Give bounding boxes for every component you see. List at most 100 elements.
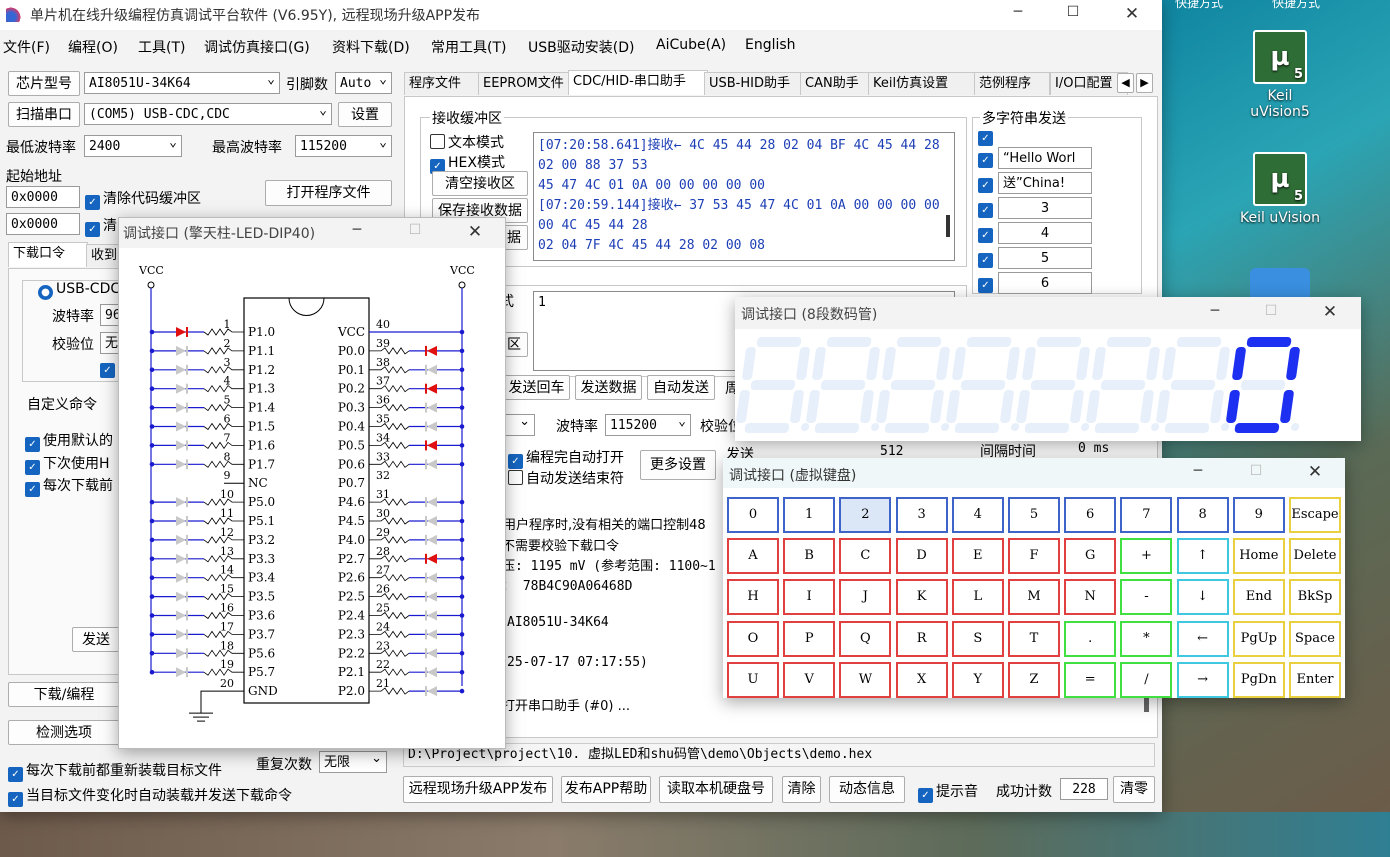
tab-cdc-hid-serial[interactable]: CDC/HID-串口助手 xyxy=(568,70,708,95)
key-g[interactable]: G xyxy=(1064,538,1117,575)
clear-code-buffer-checkbox[interactable]: ✓ 清除代码缓冲区 xyxy=(85,188,201,210)
menu-file[interactable]: 文件(F) xyxy=(3,37,50,57)
key-[interactable]: = xyxy=(1064,661,1117,698)
key-k[interactable]: K xyxy=(895,579,948,616)
publish-help-button[interactable]: 发布APP帮助 xyxy=(561,776,651,803)
rx-buffer[interactable]: [07:20:58.641]接收← 4C 45 44 28 02 04 BF 4… xyxy=(533,132,955,261)
port-mini-select[interactable] xyxy=(505,414,535,436)
key-[interactable]: / xyxy=(1120,661,1173,698)
minimize-button[interactable]: ─ xyxy=(1178,463,1218,485)
multi-send-input[interactable]: 5 xyxy=(998,247,1092,269)
key-[interactable]: ← xyxy=(1176,620,1229,657)
key-i[interactable]: I xyxy=(783,579,836,616)
key-end[interactable]: End xyxy=(1232,579,1285,616)
detect-options-button[interactable]: 检测选项 xyxy=(8,720,120,745)
key-t[interactable]: T xyxy=(1008,620,1060,657)
key-home[interactable]: Home xyxy=(1232,538,1285,575)
menu-program[interactable]: 编程(O) xyxy=(68,37,118,57)
menu-debug[interactable]: 调试仿真接口(G) xyxy=(204,37,310,57)
multi-send-checkbox[interactable]: ✓ xyxy=(978,274,996,293)
multi-send-checkbox[interactable]: ✓ xyxy=(978,174,996,193)
key-pgdn[interactable]: PgDn xyxy=(1232,661,1285,698)
multi-send-all-checkbox[interactable]: ✓ xyxy=(978,127,996,146)
key-r[interactable]: R xyxy=(895,620,948,657)
beep-checkbox[interactable]: ✓ 提示音 xyxy=(918,781,978,803)
tab-can[interactable]: CAN助手 xyxy=(800,72,872,95)
baud2-select[interactable]: 115200 xyxy=(605,414,691,436)
key-8[interactable]: 8 xyxy=(1176,497,1229,533)
next-use-checkbox[interactable]: ✓ 下次使用H xyxy=(25,453,110,475)
rx-scrollbar-thumb[interactable] xyxy=(946,215,950,237)
key-l[interactable]: L xyxy=(951,579,1004,616)
menu-english[interactable]: English xyxy=(745,37,796,53)
max-baud-select[interactable]: 115200 xyxy=(295,135,392,157)
option-checkbox[interactable]: ✓ xyxy=(100,359,118,378)
key-y[interactable]: Y xyxy=(951,661,1004,698)
key-a[interactable]: A xyxy=(727,538,779,575)
chip-model-select[interactable]: AI8051U-34K64 xyxy=(84,72,280,94)
key-p[interactable]: P xyxy=(783,620,836,657)
key-e[interactable]: E xyxy=(951,538,1004,575)
key-c[interactable]: C xyxy=(839,538,892,575)
settings-button[interactable]: 设置 xyxy=(338,102,392,127)
menu-aicube[interactable]: AiCube(A) xyxy=(656,37,726,53)
key-h[interactable]: H xyxy=(727,579,779,616)
close-button[interactable]: ✕ xyxy=(1112,4,1152,26)
menu-tools[interactable]: 工具(T) xyxy=(138,37,185,57)
key-5[interactable]: 5 xyxy=(1008,497,1060,533)
multi-send-checkbox[interactable]: ✓ xyxy=(978,199,996,218)
pin-count-select[interactable]: Auto xyxy=(335,72,392,94)
chip-model-button[interactable]: 芯片型号 xyxy=(8,71,80,96)
key-6[interactable]: 6 xyxy=(1064,497,1117,533)
tab-keil-sim[interactable]: Keil仿真设置 xyxy=(868,72,976,95)
clear-eeprom-checkbox[interactable]: ✓ 清 xyxy=(85,215,117,237)
key-enter[interactable]: Enter xyxy=(1289,661,1341,698)
multi-send-checkbox[interactable]: ✓ xyxy=(978,249,996,268)
use-default-checkbox[interactable]: ✓ 使用默认的 xyxy=(25,430,113,452)
reset-count-button[interactable]: 清零 xyxy=(1113,776,1155,803)
close-button[interactable]: ✕ xyxy=(455,222,495,244)
tab-eeprom-file[interactable]: EEPROM文件 xyxy=(478,72,574,95)
send-data-button[interactable]: 发送数据 xyxy=(575,375,642,400)
key-delete[interactable]: Delete xyxy=(1289,538,1341,575)
key-0[interactable]: 0 xyxy=(727,497,779,533)
menu-download[interactable]: 资料下载(D) xyxy=(332,37,410,57)
key-x[interactable]: X xyxy=(895,661,948,698)
key-7[interactable]: 7 xyxy=(1120,497,1173,533)
dynamic-info-button[interactable]: 动态信息 xyxy=(829,776,905,803)
key-[interactable]: * xyxy=(1120,620,1173,657)
send-button[interactable]: 发送 xyxy=(72,627,120,652)
open-program-file-button[interactable]: 打开程序文件 xyxy=(265,180,392,206)
multi-send-input[interactable]: “Hello Worl xyxy=(998,147,1092,169)
key-2[interactable]: 2 xyxy=(839,497,892,533)
reload-before-download-checkbox[interactable]: ✓ 每次下载前都重新装载目标文件 xyxy=(8,760,222,782)
key-9[interactable]: 9 xyxy=(1232,497,1285,533)
port-select[interactable]: (COM5) USB-CDC,CDC xyxy=(84,103,332,125)
maximize-button[interactable]: ☐ xyxy=(1053,4,1093,26)
key-space[interactable]: Space xyxy=(1289,620,1341,657)
key-n[interactable]: N xyxy=(1064,579,1117,616)
key-[interactable]: ↑ xyxy=(1176,538,1229,575)
clear-rx-button[interactable]: 清空接收区 xyxy=(432,171,528,196)
auto-open-after-program-checkbox[interactable]: ✓ 编程完自动打开 xyxy=(508,447,624,469)
keil-uvision5-shortcut[interactable]: µ5 Keil uVision5 xyxy=(1237,30,1323,120)
start-address-input-1[interactable]: 0x0000 xyxy=(6,186,80,208)
remote-upgrade-button[interactable]: 远程现场升级APP发布 xyxy=(403,776,553,803)
key-w[interactable]: W xyxy=(839,661,892,698)
tab-scroll-left-icon[interactable]: ◀ xyxy=(1117,73,1134,93)
keil-uvision-shortcut[interactable]: µ5 Keil uVision xyxy=(1237,152,1323,226)
minimize-button[interactable]: ─ xyxy=(998,4,1038,26)
close-button[interactable]: ✕ xyxy=(1295,462,1335,484)
tab-usb-hid[interactable]: USB-HID助手 xyxy=(704,72,806,95)
clear-button[interactable]: 清除 xyxy=(782,776,821,803)
key-m[interactable]: M xyxy=(1008,579,1060,616)
auto-send-button[interactable]: 自动发送 xyxy=(647,375,715,400)
key-v[interactable]: V xyxy=(783,661,836,698)
each-download-checkbox[interactable]: ✓ 每次下载前 xyxy=(25,475,113,497)
more-settings-button[interactable]: 更多设置 xyxy=(640,450,716,480)
key-q[interactable]: Q xyxy=(839,620,892,657)
key-pgup[interactable]: PgUp xyxy=(1232,620,1285,657)
auto-send-terminator-checkbox[interactable]: 自动发送结束符 xyxy=(508,468,624,488)
key-3[interactable]: 3 xyxy=(895,497,948,533)
key-escape[interactable]: Escape xyxy=(1289,497,1341,533)
